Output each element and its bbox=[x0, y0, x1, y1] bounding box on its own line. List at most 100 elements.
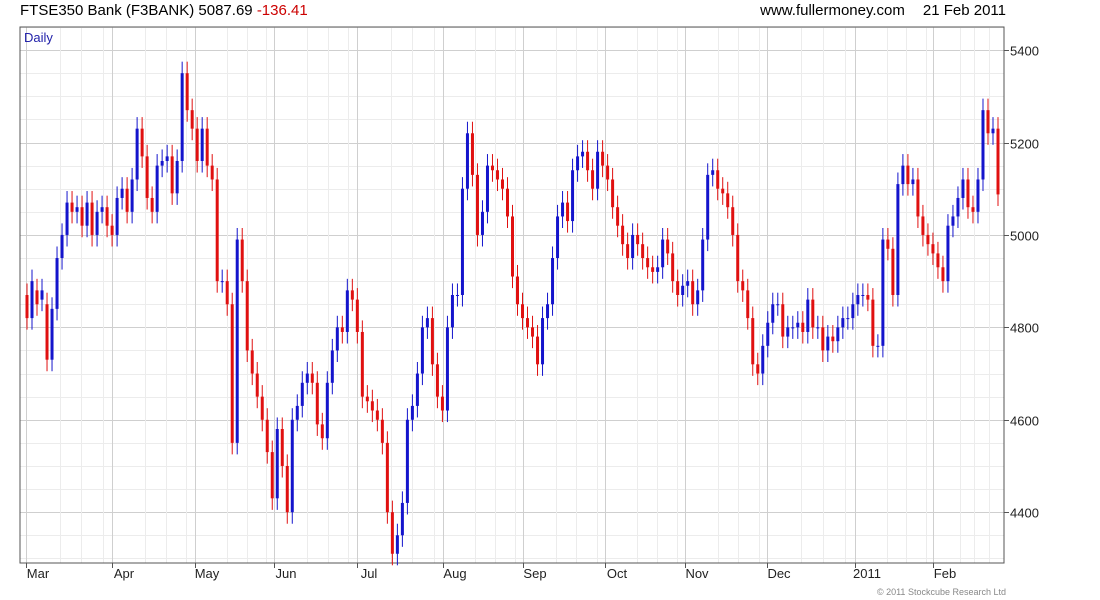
price-bar bbox=[265, 419, 269, 453]
price-bar bbox=[470, 133, 474, 175]
price-bar bbox=[380, 419, 384, 443]
price-bar bbox=[490, 165, 494, 171]
price-bar bbox=[385, 442, 389, 513]
price-bar bbox=[125, 188, 129, 212]
price-bar bbox=[571, 170, 575, 222]
chart-source: www.fullermoney.com 21 Feb 2011 bbox=[760, 2, 1006, 19]
price-bar bbox=[841, 318, 845, 328]
price-bar bbox=[616, 207, 620, 226]
price-bar bbox=[916, 179, 920, 217]
price-bar bbox=[601, 151, 605, 166]
price-bar bbox=[450, 295, 454, 328]
price-bar bbox=[711, 170, 715, 175]
price-bar bbox=[80, 207, 84, 226]
price-bar bbox=[641, 244, 645, 259]
price-bar bbox=[485, 165, 489, 212]
price-bar bbox=[340, 327, 344, 332]
price-bar bbox=[621, 225, 625, 245]
price-bar bbox=[826, 336, 830, 351]
price-bar bbox=[425, 318, 429, 328]
price-bar bbox=[165, 156, 169, 161]
price-bar bbox=[721, 188, 725, 194]
price-bar bbox=[100, 207, 104, 212]
price-bar bbox=[220, 281, 224, 283]
last-price: 5087.69 bbox=[198, 2, 253, 19]
price-bar bbox=[546, 304, 550, 319]
price-bar bbox=[881, 239, 885, 346]
price-bar bbox=[400, 502, 404, 536]
price-bar bbox=[636, 234, 640, 245]
price-bar bbox=[140, 128, 144, 157]
price-bar bbox=[976, 179, 980, 212]
price-bar bbox=[901, 165, 905, 185]
price-bar bbox=[405, 419, 409, 503]
price-bar bbox=[876, 345, 880, 347]
price-bar bbox=[536, 336, 540, 365]
price-bar bbox=[681, 285, 685, 295]
price-bar bbox=[981, 110, 985, 180]
price-bar bbox=[500, 179, 504, 189]
price-bar bbox=[951, 216, 955, 226]
price-bar bbox=[90, 202, 94, 235]
price-bar bbox=[60, 234, 64, 259]
price-bar bbox=[516, 276, 520, 305]
price-bar bbox=[280, 429, 284, 466]
price-bar bbox=[736, 234, 740, 282]
price-bar bbox=[410, 405, 414, 420]
x-tick-label: 2011 bbox=[853, 566, 881, 581]
x-tick-label: Jun bbox=[276, 566, 297, 581]
x-tick-label: Aug bbox=[443, 566, 466, 581]
price-bar bbox=[646, 258, 650, 268]
price-bar bbox=[170, 156, 174, 194]
price-bar bbox=[726, 193, 730, 208]
price-bar bbox=[806, 299, 810, 332]
price-bar bbox=[686, 281, 690, 286]
price-bar bbox=[85, 202, 89, 226]
price-bar bbox=[145, 156, 149, 198]
price-bar bbox=[846, 318, 850, 320]
x-tick-label: Mar bbox=[27, 566, 50, 581]
chart-date: 21 Feb 2011 bbox=[922, 2, 1006, 19]
price-bar bbox=[931, 244, 935, 254]
price-bar bbox=[285, 465, 289, 513]
price-bar bbox=[896, 184, 900, 295]
price-bar bbox=[691, 281, 695, 305]
price-bar bbox=[130, 179, 134, 212]
price-bar bbox=[751, 318, 755, 365]
price-bar bbox=[235, 239, 239, 443]
price-bar bbox=[190, 110, 194, 129]
price-bar bbox=[440, 396, 444, 411]
price-bar bbox=[666, 239, 670, 254]
price-bar bbox=[631, 234, 635, 259]
price-bar bbox=[936, 253, 940, 268]
price-bar bbox=[205, 128, 209, 166]
price-bar bbox=[746, 290, 750, 319]
price-bar bbox=[35, 290, 39, 305]
price-bar bbox=[906, 165, 910, 185]
x-tick-label: Dec bbox=[767, 566, 791, 581]
price-bar bbox=[225, 281, 229, 305]
price-bar bbox=[25, 295, 29, 319]
price-bar bbox=[335, 327, 339, 351]
price-bar bbox=[260, 396, 264, 420]
price-bar bbox=[991, 128, 995, 134]
x-tick-label: Oct bbox=[607, 566, 628, 581]
price-bar bbox=[480, 211, 484, 235]
x-tick-label: May bbox=[195, 566, 220, 581]
price-bar bbox=[816, 327, 820, 329]
price-bar bbox=[310, 373, 314, 383]
price-bar bbox=[821, 327, 825, 351]
price-bar bbox=[375, 410, 379, 420]
price-bar bbox=[766, 322, 770, 346]
price-bar bbox=[180, 73, 184, 161]
price-bar bbox=[771, 304, 775, 323]
price-bar bbox=[355, 299, 359, 332]
price-bar bbox=[791, 327, 795, 329]
price-bar bbox=[551, 258, 555, 305]
price-bar bbox=[305, 373, 309, 383]
price-bar bbox=[65, 202, 69, 235]
price-bar bbox=[836, 327, 840, 342]
price-bar bbox=[135, 128, 139, 180]
price-bar bbox=[891, 248, 895, 295]
price-bar bbox=[776, 304, 780, 306]
